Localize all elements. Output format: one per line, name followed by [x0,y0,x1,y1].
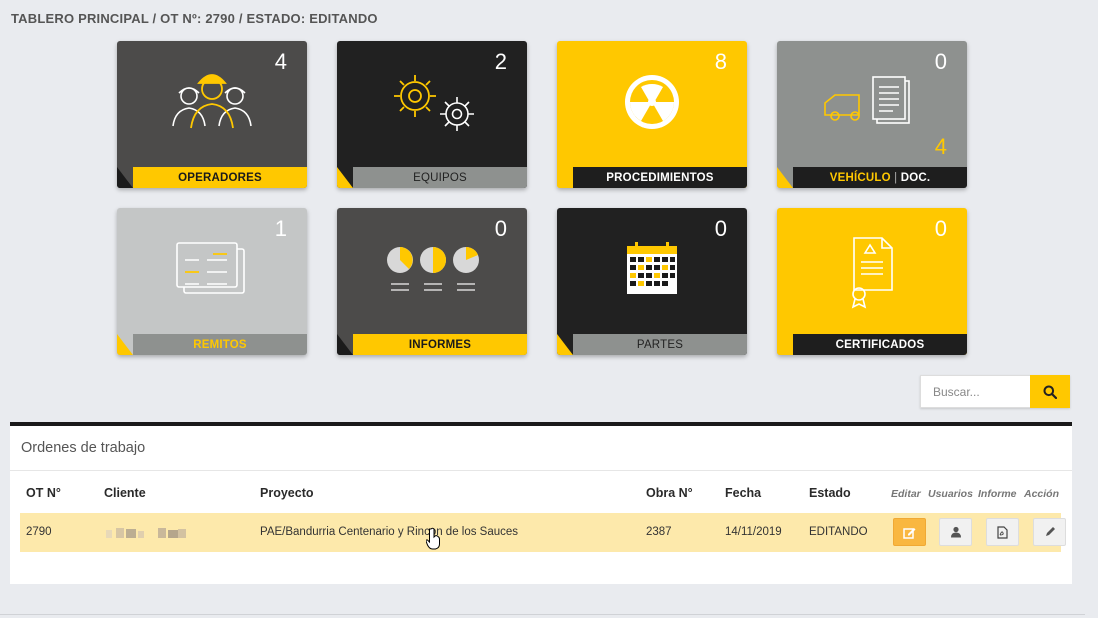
tile-label: EQUIPOS [353,167,527,188]
tile-certificados[interactable]: 0 CERTIFICADOS [777,208,967,355]
tile-count: 0 [934,216,947,241]
panel-title: Ordenes de trabajo [21,440,146,456]
tile-label: VEHÍCULO | DOC. [793,167,967,188]
tile-label: CERTIFICADOS [793,334,967,355]
tile-label-doc: DOC. [900,171,931,184]
tile-notch [117,334,133,355]
tile-label: PARTES [573,334,747,355]
report-button[interactable] [986,518,1019,546]
tile-equipos[interactable]: 2 EQUIPOS [337,41,527,188]
column-header-ot: OT N° [26,486,61,500]
tile-label: PROCEDIMIENTOS [573,167,747,188]
tile-vehiculo-doc[interactable]: 0 4 VEHÍCULO | DOC. [777,41,967,188]
tile-notch [557,334,573,355]
column-header-cliente: Cliente [104,486,146,500]
column-header-proyecto: Proyecto [260,486,314,500]
column-header-informe: Informe [978,488,1017,500]
tile-secondary-count: 4 [934,134,947,159]
tile-count: 0 [934,49,947,74]
action-button[interactable] [1033,518,1066,546]
tile-count: 4 [274,49,287,74]
cell-ot: 2790 [26,526,52,538]
tile-informes[interactable]: 0 INFORMES [337,208,527,355]
tile-count: 8 [714,49,727,74]
edit-icon [903,527,916,539]
edit-button[interactable] [893,518,926,546]
tile-count: 1 [274,216,287,241]
tile-label-vehiculo: VEHÍCULO [829,171,891,184]
column-header-usuarios: Usuarios [928,488,973,500]
tile-notch [557,167,573,188]
tile-label: INFORMES [353,334,527,355]
column-header-accion: Acción [1024,488,1060,500]
search-button[interactable] [1030,375,1070,408]
tile-notch [777,334,793,355]
tile-notch [777,167,793,188]
tile-notch [337,167,353,188]
user-icon [950,526,961,538]
tile-remitos[interactable]: 1 REMITOS [117,208,307,355]
column-header-estado: Estado [809,486,851,500]
tile-label: REMITOS [133,334,307,355]
search-bar [920,375,1070,408]
hand-cursor-icon [426,527,440,550]
breadcrumb: TABLERO PRINCIPAL / OT Nº: 2790 / ESTADO… [11,11,378,26]
users-button[interactable] [939,518,972,546]
pdf-icon [997,525,1008,539]
tile-count: 2 [494,49,507,74]
tile-partes[interactable]: 0 PARTES [557,208,747,355]
table-row[interactable]: 2790 PAE/Bandurria Centenario y Rincon d… [20,513,1066,552]
tile-count: 0 [714,216,727,241]
search-icon [1043,385,1057,399]
tile-operadores[interactable]: 4 OPERADORES [117,41,307,188]
divider [10,470,1072,471]
footer-divider [0,614,1085,615]
cell-proyecto: PAE/Bandurria Centenario y Rincon de los… [260,526,519,538]
column-header-fecha: Fecha [725,486,762,500]
dashboard-tiles: 4 OPERADORES 2 EQUIPOS 8 PROCEDIMIENTOS … [117,41,967,355]
cell-obra: 2387 [646,526,672,538]
redacted-client [106,528,186,538]
search-input[interactable] [920,375,1030,408]
column-header-editar: Editar [891,488,921,500]
tile-label: OPERADORES [133,167,307,188]
tile-notch [337,334,353,355]
work-orders-panel: Ordenes de trabajo OT N° Cliente Proyect… [10,422,1072,584]
tile-procedimientos[interactable]: 8 PROCEDIMIENTOS [557,41,747,188]
pencil-icon [1045,527,1055,536]
tile-count: 0 [494,216,507,241]
column-header-obra: Obra N° [646,486,693,500]
tile-notch [117,167,133,188]
cell-estado: EDITANDO [809,526,868,538]
cell-fecha: 14/11/2019 [725,526,782,538]
tile-label-separator: | [890,171,901,184]
